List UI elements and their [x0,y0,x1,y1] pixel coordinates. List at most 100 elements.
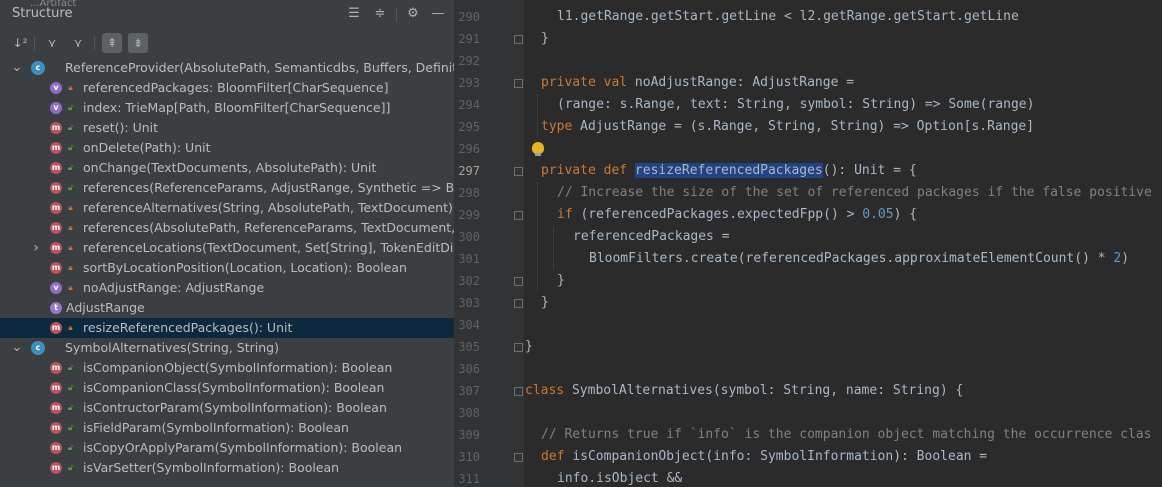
fold-marker-icon[interactable] [514,299,523,308]
fold-marker-icon[interactable] [514,167,523,176]
tree-row[interactable]: m 🔓︎ reset(): Unit [0,118,454,138]
code-line[interactable]: } [541,292,549,314]
tree-row[interactable]: v 🔒︎ referencedPackages: BloomFilter[CharS… [0,78,454,98]
unlock-icon: 🔓︎ [67,363,74,372]
tree-row[interactable]: v 🔓︎ index: TrieMap[Path, BloomFilter[Char… [0,98,454,118]
expand-all-icon[interactable]: ☰ [346,6,362,22]
line-number: 308 [458,406,480,420]
tree-row[interactable]: t AdjustRange [0,298,454,318]
tree-row[interactable]: m 🔓︎ onDelete(Path): Unit [0,138,454,158]
code-line[interactable]: // Increase the size of the set of refer… [557,182,1152,204]
tree-row[interactable]: v 🔒︎ noAdjustRange: AdjustRange [0,278,454,298]
tree-row[interactable]: m 🔒︎ referenceAlternatives(String, Absolut… [0,198,454,218]
code-line[interactable]: private def resizeReferencedPackages(): … [541,160,917,182]
collapse-all-icon[interactable]: ≑ [372,6,388,22]
tree-row[interactable]: ⌄ c SymbolAlternatives(String, String) [0,338,454,358]
tree-row[interactable]: m 🔒︎ resizeReferencedPackages(): Unit [0,318,454,338]
unlock-icon: 🔓︎ [67,403,74,412]
tree-row[interactable]: m 🔓︎ isCopyOrApplyParam(SymbolInformation)… [0,438,454,458]
code-token: private def [541,163,635,178]
code-line[interactable]: // Returns true if `info` is the compani… [541,424,1151,446]
filter-fields-icon[interactable]: ⋎ [42,33,62,53]
gear-icon[interactable]: ⚙ [405,6,421,22]
line-number: 309 [458,428,480,442]
code-token: isCompanionObject(info: SymbolInformatio… [572,449,988,464]
code-token: class [525,383,572,398]
tree-item-label: SymbolAlternatives(String, String) [65,340,279,355]
code-line[interactable]: } [541,28,549,50]
structure-title: Structure [12,6,73,21]
tree-item-label: referencedPackages: BloomFilter[CharSequ… [83,80,389,95]
code-line[interactable]: referencedPackages = [573,226,730,248]
fold-marker-icon[interactable] [514,277,523,286]
toolbar-separator [34,36,35,50]
code-token: if [557,207,581,222]
code-token: AdjustRange = (s.Range, String, String) … [580,119,1035,134]
code-line[interactable]: l1.getRange.getStart.getLine < l2.getRan… [557,6,1019,28]
code-token: ) [1121,251,1130,266]
code-line[interactable]: if (referencedPackages.expectedFpp() > 0… [557,204,917,226]
tree-row[interactable]: ⌄ c ReferenceProvider(AbsolutePath, Semant… [0,58,454,78]
fold-marker-icon[interactable] [514,343,523,352]
tree-item-label: isContructorParam(SymbolInformation): Bo… [83,400,387,415]
tree-row[interactable]: m 🔒︎ sortByLocationPosition(Location, Loca… [0,258,454,278]
chevron-right-icon[interactable]: › [30,240,42,256]
line-number: 294 [458,98,480,112]
tree-item-label: references(AbsolutePath, ReferenceParams… [83,220,454,235]
method-icon: m [50,402,62,414]
code-line[interactable]: info.isObject && [557,468,682,487]
tree-item-label: onDelete(Path): Unit [83,140,211,155]
line-number: 307 [458,384,480,398]
method-icon: m [50,442,62,454]
tree-item-label: references(ReferenceParams, AdjustRange,… [83,180,454,195]
autoscroll-from-source-icon[interactable]: ⇟ [128,33,148,53]
minimize-icon[interactable]: — [430,6,446,22]
tree-row[interactable]: m 🔓︎ isVarSetter(SymbolInformation): Boole… [0,458,454,478]
code-line[interactable]: } [525,336,533,358]
tree-row[interactable]: m 🔓︎ references(ReferenceParams, AdjustRan… [0,178,454,198]
structure-toolbar: ↓² ⋎ ⋎ ⇞ ⇟ [0,30,454,56]
line-number: 295 [458,120,480,134]
code-token: noAdjustRange: AdjustRange = [634,75,855,90]
structure-panel: ...Artifact Structure ☰ ≑ ⚙ — ↓² ⋎ ⋎ ⇞ ⇟… [0,0,454,487]
code-line[interactable]: } [557,270,565,292]
code-token: (referencedPackages.expectedFpp() > [580,207,863,222]
method-icon: m [50,142,62,154]
code-line[interactable]: type AdjustRange = (s.Range, String, Str… [541,116,1034,138]
tree-row[interactable]: › m 🔒︎ referenceLocations(TextDocument, Set… [0,238,454,258]
unlock-icon: 🔓︎ [67,143,74,152]
code-line[interactable]: class SymbolAlternatives(symbol: String,… [525,380,963,402]
fold-marker-icon[interactable] [514,211,523,220]
filter-inherited-icon[interactable]: ⋎ [68,33,88,53]
fold-marker-icon[interactable] [514,35,523,44]
class-icon: c [31,61,45,75]
tree-item-label: sortByLocationPosition(Location, Locatio… [83,260,407,275]
tree-row[interactable]: m 🔓︎ onChange(TextDocuments, AbsolutePath)… [0,158,454,178]
code-line[interactable]: (range: s.Range, text: String, symbol: S… [557,94,1034,116]
fold-marker-icon[interactable] [514,79,523,88]
sort-alphabetically-icon[interactable]: ↓² [10,33,30,53]
code-token: info.isObject && [557,471,683,486]
tree-row[interactable]: m 🔓︎ isContructorParam(SymbolInformation):… [0,398,454,418]
tree-row[interactable]: m 🔓︎ isCompanionClass(SymbolInformation): … [0,378,454,398]
code-token: l1.getRange.getStart.getLine < l2.getRan… [557,9,1019,24]
code-line[interactable]: def isCompanionObject(info: SymbolInform… [541,446,987,468]
indent-guide [553,226,554,270]
lightbulb-icon[interactable] [532,142,544,156]
fold-marker-icon[interactable] [514,453,523,462]
code-token: type [541,119,581,134]
code-line[interactable]: BloomFilters.create(referencedPackages.a… [589,248,1129,270]
tree-row[interactable]: m 🔓︎ isFieldParam(SymbolInformation): Bool… [0,418,454,438]
structure-header: Structure ☰ ≑ ⚙ — [0,4,454,26]
fold-marker-icon[interactable] [514,387,523,396]
tree-row[interactable]: m 🔓︎ isCompanionObject(SymbolInformation):… [0,358,454,378]
code-line[interactable]: private val noAdjustRange: AdjustRange = [541,72,854,94]
autoscroll-to-source-icon[interactable]: ⇞ [102,33,122,53]
line-number: 293 [458,76,480,90]
code-token: } [557,273,565,288]
line-number: 299 [458,208,480,222]
tree-row[interactable]: m 🔒︎ references(AbsolutePath, ReferencePar… [0,218,454,238]
code-editor[interactable]: 290 291 292 293 294 295 296 297 298 299 300 301 302 3… [454,0,1162,487]
chevron-down-icon[interactable]: ⌄ [11,60,23,76]
chevron-down-icon[interactable]: ⌄ [11,340,23,356]
